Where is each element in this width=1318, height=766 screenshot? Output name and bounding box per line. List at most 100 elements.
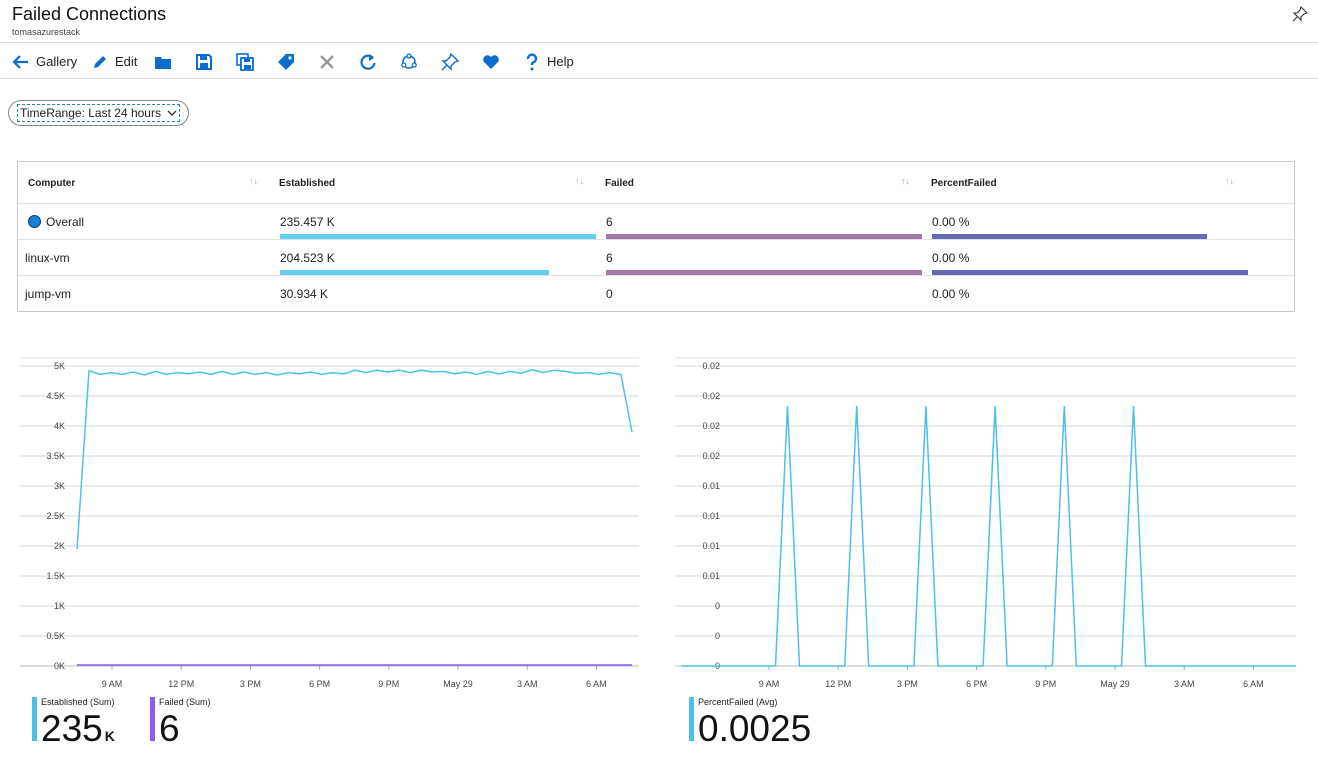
folder-icon <box>155 56 171 69</box>
established-bar <box>280 234 596 239</box>
edit-button[interactable]: Edit <box>91 44 137 79</box>
save-as-icon <box>236 52 254 71</box>
legend-label: Established (Sum) <box>41 697 115 707</box>
timerange-label: TimeRange: Last 24 hours <box>20 106 161 120</box>
y-tick-label: 0.01 <box>702 511 720 521</box>
connections-grid: Computer ↑↓ Established ↑↓ Failed ↑↓ Per… <box>17 161 1295 312</box>
y-tick-label: 4K <box>54 421 65 431</box>
x-tick-label: 9 PM <box>378 679 399 689</box>
y-tick-label: 0.02 <box>702 421 720 431</box>
established-failed-plot: 0K 0.5K 1K 1.5K 2K 2.5K 3K 3.5K 4K 4.5K 5K 9 AM 12 P… <box>20 357 639 689</box>
y-tick-label: 1.5K <box>46 571 65 581</box>
help-label: Help <box>547 54 574 69</box>
computer-cell: linux-vm <box>25 251 70 265</box>
legend-established[interactable]: Established (Sum) 235 K <box>32 697 142 749</box>
percentfailed-bar <box>932 234 1207 239</box>
established-cell: 204.523 K <box>280 251 335 265</box>
x-tick-label: May 29 <box>443 679 473 689</box>
y-tick-label: 0.01 <box>702 481 720 491</box>
table-row[interactable]: jump-vm 30.934 K 0 0.00 % <box>18 276 1294 312</box>
pin-button[interactable] <box>441 44 459 79</box>
x-tick-label: 6 PM <box>309 679 330 689</box>
refresh-button[interactable] <box>359 44 377 79</box>
percentfailed-cell: 0.00 % <box>932 251 970 265</box>
x-tick-label: 9 AM <box>759 679 780 689</box>
gallery-button[interactable]: Gallery <box>12 44 77 79</box>
open-button[interactable] <box>154 44 172 79</box>
percentfailed-cell: 0.00 % <box>932 287 970 301</box>
toolbar: Gallery Edit Help <box>0 44 1318 79</box>
established-failed-chart[interactable]: 0K 0.5K 1K 1.5K 2K 2.5K 3K 3.5K 4K 4.5K 5K 9 AM 12 P… <box>15 350 645 695</box>
heart-icon <box>483 54 499 69</box>
save-as-button[interactable] <box>236 44 254 79</box>
sort-icon[interactable]: ↑↓ <box>575 176 584 186</box>
failed-bar <box>606 234 922 239</box>
feedback-button[interactable] <box>482 44 500 79</box>
y-tick-label: 0 <box>715 631 720 641</box>
y-tick-label: 0.02 <box>702 391 720 401</box>
legend-swatch <box>689 697 694 741</box>
save-button[interactable] <box>195 44 213 79</box>
legend-value: 0.0025 <box>698 708 812 749</box>
percentfailed-plot: 0000.010.010.010.010.020.020.020.029 AM 1… <box>675 357 1296 689</box>
legend-value: 235 K <box>41 707 115 758</box>
share-icon <box>401 52 417 69</box>
column-header-failed[interactable]: Failed <box>605 178 634 189</box>
legend-swatch <box>32 697 37 741</box>
column-header-established[interactable]: Established <box>279 178 335 189</box>
percentfailed-series-line <box>681 405 1296 667</box>
chevron-down-icon <box>167 110 177 116</box>
sort-icon[interactable]: ↑↓ <box>1225 176 1234 186</box>
table-row[interactable]: Overall 235.457 K 6 0.00 % <box>18 204 1294 240</box>
y-tick-label: 1K <box>54 601 65 611</box>
timerange-picker[interactable]: TimeRange: Last 24 hours <box>8 100 189 126</box>
save-icon <box>196 53 212 70</box>
discard-button[interactable] <box>318 44 336 79</box>
y-tick-label: 0.01 <box>702 571 720 581</box>
column-header-computer[interactable]: Computer <box>28 178 75 189</box>
x-tick-label: 3 AM <box>517 679 538 689</box>
x-tick-label: 3 PM <box>897 679 918 689</box>
overall-dot-icon <box>28 215 41 228</box>
blade-header: Failed Connections tomasazurestack <box>0 0 1318 43</box>
legend-label: PercentFailed (Avg) <box>698 697 778 707</box>
timerange-value: TimeRange: Last 24 hours <box>17 104 180 122</box>
legend-percentfailed[interactable]: PercentFailed (Avg) 0.0025 <box>689 697 869 749</box>
tags-button[interactable] <box>277 44 295 79</box>
y-tick-label: 0.5K <box>46 631 65 641</box>
pencil-icon <box>94 55 106 68</box>
legend-label: Failed (Sum) <box>159 697 211 707</box>
x-tick-label: 9 PM <box>1035 679 1056 689</box>
x-tick-label: 3 PM <box>240 679 261 689</box>
x-tick-label: 3 AM <box>1174 679 1195 689</box>
page-subtitle: tomasazurestack <box>12 27 81 37</box>
share-button[interactable] <box>400 44 418 79</box>
edit-label: Edit <box>115 54 138 69</box>
y-tick-label: 0K <box>54 661 65 671</box>
legend-failed[interactable]: Failed (Sum) 6 <box>150 697 230 749</box>
y-tick-label: 5K <box>54 361 65 371</box>
column-header-percentfailed[interactable]: PercentFailed <box>931 178 997 189</box>
x-tick-label: 6 PM <box>966 679 987 689</box>
percentfailed-cell: 0.00 % <box>932 215 970 229</box>
pin-blade-icon[interactable] <box>1292 5 1309 22</box>
tag-icon <box>278 53 294 70</box>
x-tick-label: 6 AM <box>586 679 607 689</box>
established-cell: 235.457 K <box>280 215 335 229</box>
legend-value: 6 <box>159 708 180 749</box>
established-cell: 30.934 K <box>280 287 329 301</box>
computer-cell: jump-vm <box>25 287 72 301</box>
page-title: Failed Connections <box>12 4 167 24</box>
close-icon <box>320 54 334 69</box>
help-button[interactable]: Help <box>523 44 574 79</box>
grid-header: Computer ↑↓ Established ↑↓ Failed ↑↓ Per… <box>18 162 1294 204</box>
legend-number: 235 <box>41 708 103 749</box>
percentfailed-chart[interactable]: 0 0 0 0.01 0.01 0.01 0.01 0.02 0.02 0.02 0.02 9 AM 1… <box>672 350 1302 695</box>
question-icon <box>526 52 538 70</box>
x-tick-label: May 29 <box>1100 679 1130 689</box>
computer-name: Overall <box>46 215 85 229</box>
sort-icon[interactable]: ↑↓ <box>901 176 910 186</box>
table-row[interactable]: linux-vm 204.523 K 6 0.00 % <box>18 240 1294 276</box>
sort-icon[interactable]: ↑↓ <box>249 176 258 186</box>
x-tick-label: 6 AM <box>1243 679 1264 689</box>
